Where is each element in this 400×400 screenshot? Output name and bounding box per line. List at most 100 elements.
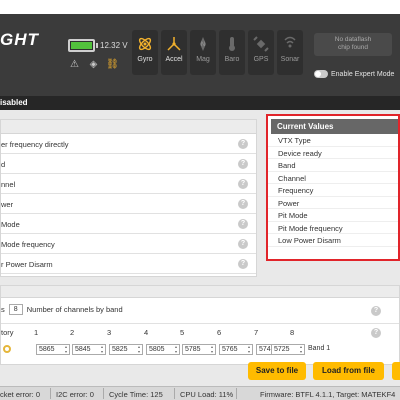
connection-subheader: isabled	[0, 96, 400, 110]
setting-row-frequency-direct[interactable]: er frequency directly?	[1, 134, 256, 154]
dataflash-line1: No dataflash	[334, 36, 372, 43]
baro-icon	[229, 37, 235, 51]
divider	[236, 388, 237, 399]
vtx-table-panel: s 8 Number of channels by band ? tory 1 …	[0, 285, 400, 365]
frequency-input[interactable]: 5865	[36, 344, 70, 355]
cpu-load: CPU Load: 11%	[180, 390, 234, 399]
sensor-label: Baro	[224, 56, 240, 63]
accel-icon	[167, 37, 181, 51]
cycle-time: Cycle Time: 125	[109, 390, 163, 399]
setting-row-pit-mode[interactable]: Mode?	[1, 214, 256, 234]
battery-icon	[68, 39, 95, 52]
current-value-row: Device ready	[268, 147, 398, 159]
channels-count-input[interactable]: 8	[8, 304, 23, 315]
battery-tip	[96, 43, 98, 48]
expert-mode-toggle[interactable]	[314, 70, 328, 78]
app-logo: GHT	[0, 30, 39, 49]
setting-label: wer	[1, 200, 14, 209]
help-icon[interactable]: ?	[238, 239, 248, 249]
firmware-info: Firmware: BTFL 4.1.1, Target: MATEKF4	[260, 390, 396, 399]
frequency-input[interactable]: 5825	[109, 344, 143, 355]
channel-number-header: tory 1 2 3 4 5 6 7 8	[1, 328, 399, 338]
current-value-row: VTX Type	[268, 134, 398, 147]
gem-icon: ◈	[89, 59, 98, 70]
current-value-row: Power	[268, 197, 398, 209]
sensor-sonar: Sonar	[277, 30, 303, 75]
sensor-label: Accel	[165, 56, 183, 63]
dataflash-line2: chip found	[338, 44, 368, 51]
frequency-input[interactable]: 5845	[72, 344, 106, 355]
sensor-label: GPS	[253, 56, 269, 63]
channel-number: 3	[107, 328, 112, 337]
link-icon: ⛓	[106, 59, 119, 70]
mag-icon: N	[200, 37, 206, 51]
current-value-row: Pit Mode frequency	[268, 222, 398, 234]
sensor-label: Gyro	[137, 56, 153, 63]
expert-mode-label: Enable Expert Mode	[331, 70, 395, 78]
help-icon[interactable]: ?	[238, 259, 248, 269]
svg-text:N: N	[201, 42, 205, 48]
frequency-input[interactable]: 5785	[182, 344, 216, 355]
frequency-input[interactable]: 5805	[146, 344, 180, 355]
frequency-input[interactable]: 5765	[219, 344, 253, 355]
setting-row-pit-mode-frequency[interactable]: Mode frequency?	[1, 234, 256, 254]
channel-number: 2	[70, 328, 75, 337]
help-icon[interactable]: ?	[238, 179, 248, 189]
channel-number: 6	[217, 328, 222, 337]
factory-label: tory	[1, 328, 14, 337]
sensor-label: Sonar	[280, 56, 300, 63]
current-value-row: Pit Mode	[268, 209, 398, 222]
status-bar: cket error: 0 I2C error: 0 Cycle Time: 1…	[0, 386, 400, 400]
setting-row-channel[interactable]: nnel?	[1, 174, 256, 194]
panel-header	[1, 120, 256, 134]
help-icon[interactable]: ?	[371, 328, 381, 338]
current-values-panel: Current Values VTX Type Device ready Ban…	[266, 114, 400, 261]
dataflash-status: No dataflash chip found	[314, 33, 392, 56]
sensor-gyro: Gyro	[132, 30, 158, 75]
divider	[1, 323, 399, 324]
current-value-row: Channel	[268, 172, 398, 184]
help-icon[interactable]: ?	[238, 219, 248, 229]
setting-label: r Power Disarm	[1, 260, 53, 269]
gyro-icon	[138, 37, 152, 51]
channels-count-label: Number of channels by band	[26, 305, 123, 314]
setting-row-band[interactable]: d?	[1, 154, 256, 174]
help-icon[interactable]: ?	[371, 306, 381, 316]
warning-icon: ⚠	[70, 59, 79, 70]
battery-fill	[71, 42, 92, 49]
setting-label: d	[1, 160, 6, 169]
help-icon[interactable]: ?	[238, 159, 248, 169]
sensor-gps: GPS	[248, 30, 274, 75]
divider	[50, 388, 51, 399]
panel-header	[1, 286, 399, 298]
frequency-input[interactable]: 5725	[271, 344, 305, 355]
setting-label: Mode frequency	[1, 240, 55, 249]
save-to-file-button[interactable]: Save to file	[248, 362, 306, 380]
channel-number: 4	[144, 328, 149, 337]
sensor-status-bar: Gyro Accel N Mag Baro GPS Sonar	[132, 30, 303, 75]
channels-count-row: s 8 Number of channels by band	[1, 304, 123, 315]
channel-number: 8	[290, 328, 295, 337]
channel-number: 1	[34, 328, 39, 337]
load-from-file-button[interactable]: Load from file	[313, 362, 384, 380]
sensor-label: Mag	[196, 56, 210, 63]
band-label: Band 1	[308, 345, 331, 352]
sensor-accel: Accel	[161, 30, 187, 75]
current-value-row: Low Power Disarm	[268, 234, 398, 247]
current-values-title: Current Values	[271, 119, 398, 134]
channels-prefix: s	[1, 305, 5, 314]
divider	[103, 388, 104, 399]
sensor-baro: Baro	[219, 30, 245, 75]
expert-mode-control[interactable]: Enable Expert Mode	[314, 70, 394, 78]
setting-row-low-power-disarm[interactable]: r Power Disarm?	[1, 254, 256, 274]
setting-row-power[interactable]: wer?	[1, 194, 256, 214]
help-icon[interactable]: ?	[238, 139, 248, 149]
band-1-row: 5865 5845 5825 5805 5785 5765 5745 5725 …	[1, 342, 399, 356]
factory-radio[interactable]	[3, 345, 11, 353]
save-button-partial[interactable]	[392, 362, 400, 380]
setting-label: er frequency directly	[1, 140, 69, 149]
packet-error: cket error: 0	[0, 390, 41, 399]
help-icon[interactable]: ?	[238, 199, 248, 209]
subheader-text: isabled	[0, 98, 28, 107]
setting-label: Mode	[1, 220, 20, 229]
